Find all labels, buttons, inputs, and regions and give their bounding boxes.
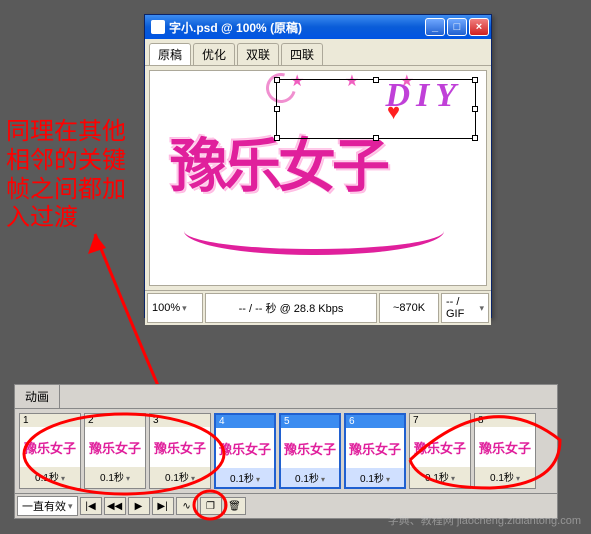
frame[interactable]: 1豫乐女子0.1秒▾ — [19, 413, 81, 489]
doc-icon — [151, 20, 165, 34]
delete-frame-button[interactable]: 🗑 — [224, 497, 246, 515]
handle-bm[interactable] — [373, 135, 379, 141]
frame-number: 2 — [85, 414, 145, 427]
prev-frame-button[interactable]: ◀◀ — [104, 497, 126, 515]
frame-number: 1 — [20, 414, 80, 427]
tab-original[interactable]: 原稿 — [149, 43, 191, 65]
document-window: 字小.psd @ 100% (原稿) _ □ × 原稿 优化 双联 四联 ★ ★… — [144, 14, 492, 318]
handle-tm[interactable] — [373, 77, 379, 83]
play-button[interactable]: ▶ — [128, 497, 150, 515]
frame-strip: 1豫乐女子0.1秒▾2豫乐女子0.1秒▾3豫乐女子0.1秒▾4豫乐女子0.1秒▾… — [15, 409, 557, 493]
frame-thumbnail: 豫乐女子 — [85, 427, 145, 467]
frame-thumbnail: 豫乐女子 — [410, 427, 470, 467]
new-frame-button[interactable]: ❐ — [200, 497, 222, 515]
frame-delay[interactable]: 0.1秒▾ — [20, 467, 80, 486]
filesize: ~870K — [379, 293, 439, 323]
frame-thumbnail: 豫乐女子 — [346, 428, 404, 468]
frame[interactable]: 3豫乐女子0.1秒▾ — [149, 413, 211, 489]
frame-number: 7 — [410, 414, 470, 427]
frame-thumbnail: 豫乐女子 — [20, 427, 80, 467]
frame-number: 5 — [281, 415, 339, 428]
preview-tabs: 原稿 优化 双联 四联 — [145, 39, 491, 66]
titlebar-text: 字小.psd @ 100% (原稿) — [169, 19, 425, 36]
frame[interactable]: 7豫乐女子0.1秒▾ — [409, 413, 471, 489]
handle-br[interactable] — [472, 135, 478, 141]
frame-delay[interactable]: 0.1秒▾ — [346, 468, 404, 487]
handle-tr[interactable] — [472, 77, 478, 83]
handle-bl[interactable] — [274, 135, 280, 141]
close-button[interactable]: × — [469, 18, 489, 36]
transform-selection[interactable] — [276, 79, 476, 139]
frame-delay[interactable]: 0.1秒▾ — [85, 467, 145, 486]
frame[interactable]: 2豫乐女子0.1秒▾ — [84, 413, 146, 489]
frame-number: 8 — [475, 414, 535, 427]
frame-thumbnail: 豫乐女子 — [150, 427, 210, 467]
handle-mr[interactable] — [472, 106, 478, 112]
dropdown-icon: ▾ — [182, 303, 187, 314]
frame-thumbnail: 豫乐女子 — [281, 428, 339, 468]
canvas[interactable]: ★ ★ ★ DIY ♥ 豫乐女子 — [149, 70, 487, 286]
maximize-button[interactable]: □ — [447, 18, 467, 36]
tab-optimized[interactable]: 优化 — [193, 43, 235, 65]
frame-thumbnail: 豫乐女子 — [216, 428, 274, 468]
next-frame-button[interactable]: ▶| — [152, 497, 174, 515]
frame[interactable]: 6豫乐女子0.1秒▾ — [344, 413, 406, 489]
frame-delay[interactable]: 0.1秒▾ — [410, 467, 470, 486]
frame-delay[interactable]: 0.1秒▾ — [216, 468, 274, 487]
loop-select[interactable]: 一直有效▾ — [17, 496, 78, 516]
dropdown-icon: ▾ — [68, 501, 73, 512]
zoom-field[interactable]: 100%▾ — [147, 293, 203, 323]
tween-button[interactable]: ∿ — [176, 497, 198, 515]
tab-2up[interactable]: 双联 — [237, 43, 279, 65]
first-frame-button[interactable]: |◀ — [80, 497, 102, 515]
frame-number: 6 — [346, 415, 404, 428]
frame-delay[interactable]: 0.1秒▾ — [475, 467, 535, 486]
statusbar: 100%▾ -- / -- 秒 @ 28.8 Kbps ~870K -- / G… — [145, 290, 491, 325]
handle-ml[interactable] — [274, 106, 280, 112]
animation-tab[interactable]: 动画 — [15, 385, 60, 408]
annotation-text: 同理在其他 相邻的关键 帧之间都加 入过渡 — [6, 118, 156, 233]
format-field[interactable]: -- / GIF▾ — [441, 293, 489, 323]
frame-number: 4 — [216, 415, 274, 428]
rate-stats: -- / -- 秒 @ 28.8 Kbps — [205, 293, 377, 323]
watermark: 字典、教程网 jiaocheng.zidiantong.com — [388, 512, 581, 528]
frame-delay[interactable]: 0.1秒▾ — [150, 467, 210, 486]
dropdown-icon: ▾ — [479, 303, 484, 314]
frame-number: 3 — [150, 414, 210, 427]
tab-4up[interactable]: 四联 — [281, 43, 323, 65]
animation-panel: 动画 1豫乐女子0.1秒▾2豫乐女子0.1秒▾3豫乐女子0.1秒▾4豫乐女子0.… — [14, 384, 558, 519]
minimize-button[interactable]: _ — [425, 18, 445, 36]
frame[interactable]: 5豫乐女子0.1秒▾ — [279, 413, 341, 489]
frame[interactable]: 8豫乐女子0.1秒▾ — [474, 413, 536, 489]
titlebar[interactable]: 字小.psd @ 100% (原稿) _ □ × — [145, 15, 491, 39]
frame-delay[interactable]: 0.1秒▾ — [281, 468, 339, 487]
handle-tl[interactable] — [274, 77, 280, 83]
frame[interactable]: 4豫乐女子0.1秒▾ — [214, 413, 276, 489]
frame-thumbnail: 豫乐女子 — [475, 427, 535, 467]
swirl-underline — [184, 231, 444, 255]
